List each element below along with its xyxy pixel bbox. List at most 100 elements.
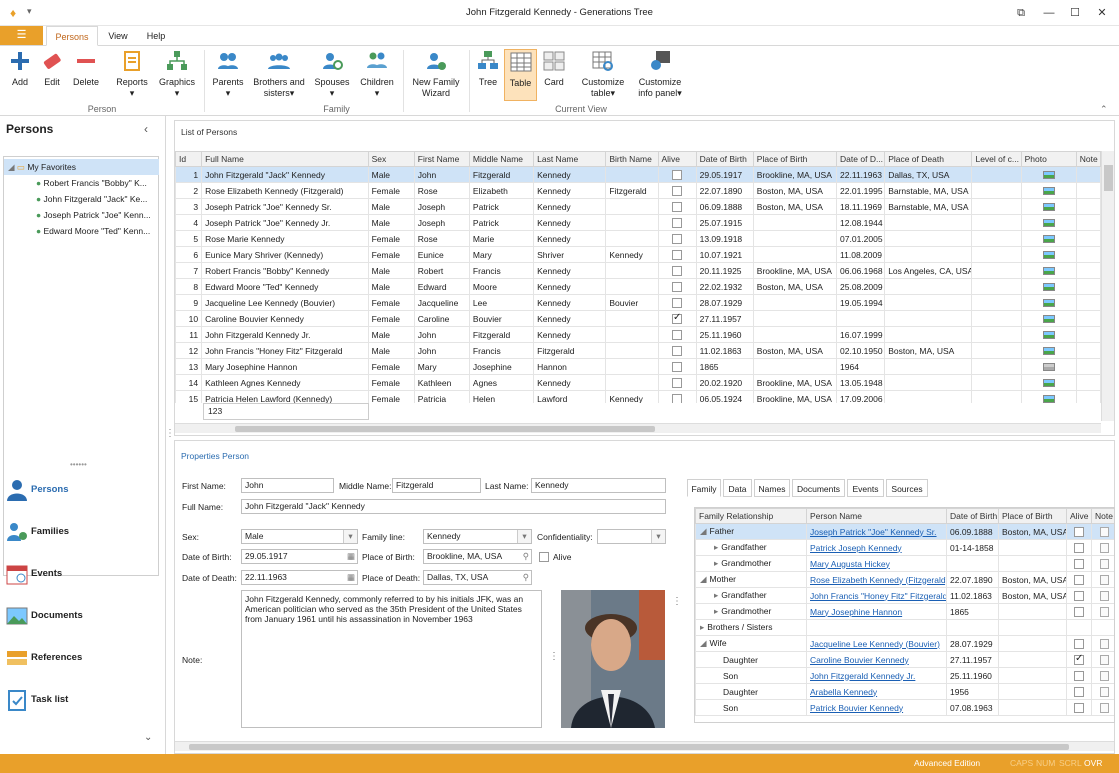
nav-documents[interactable]: Documents	[0, 596, 160, 636]
tab-documents[interactable]: Documents	[792, 479, 845, 497]
alive-checkbox[interactable]	[1074, 653, 1084, 665]
family-row[interactable]: ▸ Grandmother Mary Augusta Hickey	[695, 555, 1114, 572]
person-link[interactable]: Jacqueline Lee Kennedy (Bouvier)	[810, 639, 940, 649]
nav-events[interactable]: Events	[0, 554, 160, 594]
tree-item-person[interactable]: ● John Fitzgerald "Jack" Ke...	[4, 191, 159, 207]
family-row[interactable]: ◢ Father Joseph Patrick "Joe" Kennedy Sr. 0…	[695, 523, 1114, 540]
alive-checkbox[interactable]	[1074, 574, 1084, 585]
delete-button[interactable]: Delete	[70, 49, 102, 88]
customize-table-button[interactable]: Customize table▾	[578, 49, 628, 99]
alive-checkbox[interactable]	[672, 393, 683, 403]
alive-checkbox[interactable]	[1074, 590, 1084, 601]
alive-checkbox[interactable]	[1074, 638, 1084, 649]
scrollbar-thumb[interactable]	[189, 744, 1069, 750]
full-name-field[interactable]: John Fitzgerald "Jack" Kennedy	[241, 499, 666, 514]
alive-checkbox[interactable]	[1074, 526, 1084, 537]
expand-arrow-icon[interactable]: ▸	[714, 558, 718, 568]
photo-menu-icon[interactable]: ⋮	[672, 596, 682, 607]
alive-checkbox[interactable]	[672, 329, 683, 340]
tree-view-button[interactable]: Tree	[473, 49, 503, 88]
person-link[interactable]: Patrick Bouvier Kennedy	[810, 703, 903, 713]
note-icon[interactable]	[1099, 702, 1109, 713]
note-icon[interactable]	[1099, 574, 1109, 585]
tab-data[interactable]: Data	[723, 479, 752, 497]
scrollbar-thumb[interactable]	[1104, 165, 1113, 191]
table-row[interactable]: 3 Joseph Patrick "Joe" Kennedy Sr. Male Jos…	[175, 198, 1101, 215]
collapse-arrow-icon[interactable]: ◢	[700, 638, 707, 648]
family-row[interactable]: Son Patrick Bouvier Kennedy 07.08.1963	[695, 699, 1114, 716]
family-row[interactable]: ◢ Mother Rose Elizabeth Kennedy (Fitzgeral…	[695, 571, 1114, 588]
family-row[interactable]: ▸ Grandmother Mary Josephine Hannon 1865	[695, 603, 1114, 620]
alive-checkbox[interactable]	[672, 297, 683, 308]
note-icon[interactable]	[1099, 654, 1109, 665]
alive-checkbox[interactable]	[1074, 558, 1084, 569]
column-header[interactable]: Full Name	[201, 151, 369, 167]
tab-names[interactable]: Names	[754, 479, 790, 497]
tree-root-favorites[interactable]: ◢ ▭ My Favorites	[4, 159, 159, 175]
alive-checkbox[interactable]	[672, 281, 683, 292]
column-header[interactable]: Sex	[367, 151, 415, 167]
column-header[interactable]: Birth Name	[605, 151, 659, 167]
family-row[interactable]: Daughter Arabella Kennedy 1956	[695, 683, 1114, 700]
family-row[interactable]: Daughter Caroline Bouvier Kennedy 27.11.19…	[695, 651, 1114, 668]
alive-checkbox[interactable]	[1074, 702, 1084, 713]
table-row[interactable]: 7 Robert Francis "Bobby" Kennedy Male Rober…	[175, 262, 1101, 279]
graphics-button[interactable]: Graphics ▾	[156, 49, 198, 99]
table-row[interactable]: 4 Joseph Patrick "Joe" Kennedy Jr. Male Jos…	[175, 214, 1101, 231]
nav-persons[interactable]: Persons	[0, 470, 160, 510]
family-row[interactable]: ◢ Wife Jacqueline Lee Kennedy (Bouvier) 28.…	[695, 635, 1114, 652]
expand-arrow-icon[interactable]: ▸	[714, 542, 718, 552]
note-icon[interactable]	[1099, 686, 1109, 697]
minimize-button[interactable]: —	[1040, 4, 1058, 22]
tree-item-person[interactable]: ● Robert Francis "Bobby" K...	[4, 175, 159, 191]
person-photo[interactable]	[561, 590, 665, 728]
alive-checkbox[interactable]	[1074, 542, 1084, 553]
maximize-button[interactable]: ☐	[1066, 4, 1084, 22]
alive-checkbox[interactable]	[672, 265, 683, 276]
table-row[interactable]: 1 John Fitzgerald "Jack" Kennedy Male John F…	[175, 166, 1101, 183]
note-icon[interactable]	[1099, 606, 1109, 617]
card-view-button[interactable]: Card	[540, 49, 568, 88]
alive-checkbox[interactable]	[672, 312, 683, 324]
tab-sources[interactable]: Sources	[886, 479, 928, 497]
brothers-sisters-button[interactable]: Brothers and sisters▾	[252, 49, 306, 99]
column-header[interactable]: Place of Birth	[752, 151, 838, 167]
tree-item-person[interactable]: ● Joseph Patrick "Joe" Kenn...	[4, 207, 159, 223]
alive-checkbox[interactable]	[1074, 670, 1084, 681]
column-header[interactable]: Date of Birth	[695, 151, 754, 167]
splitter-handle[interactable]: ••••••	[70, 460, 87, 469]
table-row[interactable]: 12 John Francis "Honey Fitz" Fitzgerald Ma…	[175, 342, 1101, 359]
alive-checkbox[interactable]	[672, 217, 683, 228]
family-line-select[interactable]: Kennedy	[423, 529, 532, 544]
table-row[interactable]: 8 Edward Moore "Ted" Kennedy Male Edward Moo…	[175, 278, 1101, 295]
table-row[interactable]: 13 Mary Josephine Hannon Female Mary Josephi…	[175, 358, 1101, 375]
column-header[interactable]: Date of D...	[836, 151, 886, 167]
family-row[interactable]: ▸ Grandfather Patrick Joseph Kennedy 01-14-…	[695, 539, 1114, 556]
splitter-handle[interactable]: ⋮	[549, 651, 559, 662]
alive-checkbox[interactable]	[672, 345, 683, 356]
place-of-death-field[interactable]: Dallas, TX, USA ⚲	[423, 570, 532, 585]
person-link[interactable]: Patrick Joseph Kennedy	[810, 543, 902, 553]
person-link[interactable]: John Fitzgerald Kennedy Jr.	[810, 671, 915, 681]
column-header[interactable]: Photo	[1020, 151, 1077, 167]
nav-families[interactable]: Families	[0, 512, 160, 552]
person-link[interactable]: Joseph Patrick "Joe" Kennedy Sr.	[810, 527, 937, 537]
column-header[interactable]: Middle Name	[468, 151, 535, 167]
scrollbar-thumb[interactable]	[235, 426, 655, 432]
family-row[interactable]: ▸ Brothers / Sisters	[695, 619, 1114, 636]
collapse-ribbon-icon[interactable]: ⌃	[1100, 104, 1108, 115]
nav-references[interactable]: References	[0, 638, 160, 678]
table-row[interactable]: 10 Caroline Bouvier Kennedy Female Caroline…	[175, 310, 1101, 327]
note-icon[interactable]	[1099, 542, 1109, 553]
column-header[interactable]: Note	[1091, 508, 1114, 524]
note-icon[interactable]	[1099, 590, 1109, 601]
expand-collapse-icon[interactable]: ◢	[8, 162, 15, 172]
table-row[interactable]: 5 Rose Marie Kennedy Female Rose Marie Kenned…	[175, 230, 1101, 247]
nav-overflow-chevron-icon[interactable]: ⌄	[144, 732, 152, 743]
expand-arrow-icon[interactable]: ▸	[714, 590, 718, 600]
alive-checkbox[interactable]	[672, 233, 683, 244]
column-header[interactable]: Person Name	[806, 508, 947, 524]
family-row[interactable]: ▸ Grandfather John Francis "Honey Fitz" Fi…	[695, 587, 1114, 604]
column-header[interactable]: Level of c...	[971, 151, 1022, 167]
middle-name-field[interactable]: Fitzgerald	[392, 478, 481, 493]
